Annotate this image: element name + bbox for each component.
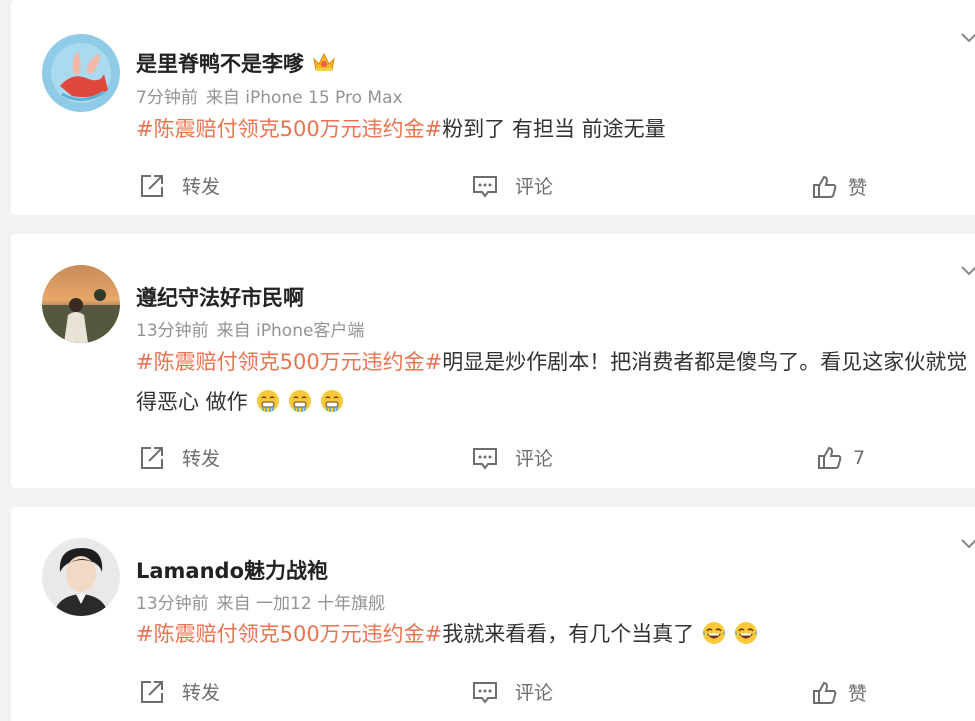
post-body: 我就来看看，有几个当真了 — [442, 622, 695, 646]
repost-label: 转发 — [182, 682, 221, 704]
comment-feed: 是里脊鸭不是李嗲 7分钟前 来自 iPhone 15 Pro Max #陈震赔付领… — [0, 0, 975, 721]
post-time[interactable]: 7分钟前 — [136, 88, 198, 108]
avatar[interactable] — [42, 265, 120, 343]
comment-label: 评论 — [515, 448, 554, 470]
post-time[interactable]: 13分钟前 — [136, 594, 209, 614]
post-text: #陈震赔付领克500万元违约金#粉到了 有担当 前途无量 — [136, 109, 973, 149]
post-meta: 13分钟前 来自 一加12 十年旗舰 — [136, 589, 393, 614]
chevron-down-icon[interactable] — [961, 266, 975, 276]
thumbs-up-icon — [813, 681, 837, 704]
repost-button[interactable]: 转发 — [139, 172, 220, 199]
post-text: #陈震赔付领克500万元违约金#明显是炒作剧本！把消费者都是傻鸟了。看见这家伙就… — [136, 342, 973, 422]
like-button[interactable]: 赞 — [812, 679, 867, 706]
avatar[interactable] — [42, 34, 120, 112]
repost-icon — [141, 174, 163, 197]
crown-badge-icon — [312, 51, 336, 78]
post-time[interactable]: 13分钟前 — [136, 321, 209, 341]
comment-card: Lamando魅力战袍 13分钟前 来自 一加12 十年旗舰 #陈震赔付领克500… — [11, 507, 975, 721]
repost-label: 转发 — [182, 176, 221, 198]
user-name[interactable]: Lamando魅力战袍 — [136, 555, 328, 585]
comment-label: 评论 — [515, 682, 554, 704]
post-meta: 7分钟前 来自 iPhone 15 Pro Max — [136, 83, 411, 108]
like-count: 7 — [853, 447, 866, 469]
like-button[interactable]: 7 — [817, 445, 865, 471]
laughing-tears-emoji — [734, 618, 758, 644]
thumbs-up-icon — [818, 446, 842, 469]
drooling-face-emoji — [320, 386, 344, 412]
like-button[interactable]: 赞 — [812, 173, 867, 200]
comment-label: 评论 — [515, 176, 554, 198]
comment-button[interactable]: 评论 — [472, 678, 553, 705]
repost-icon — [141, 680, 163, 703]
post-source: 来自 iPhone客户端 — [216, 321, 365, 341]
post-source: 来自 一加12 十年旗舰 — [216, 594, 386, 614]
avatar[interactable] — [42, 538, 120, 616]
comment-button[interactable]: 评论 — [472, 444, 553, 471]
laughing-tears-emoji — [702, 618, 726, 644]
comment-icon — [473, 681, 497, 704]
post-text: #陈震赔付领克500万元违约金#我就来看看，有几个当真了 — [136, 614, 973, 654]
like-label: 赞 — [848, 177, 868, 199]
repost-button[interactable]: 转发 — [139, 678, 220, 705]
like-label: 赞 — [848, 683, 868, 705]
user-name[interactable]: 遵纪守法好市民啊 — [136, 282, 304, 312]
hashtag-link[interactable]: #陈震赔付领克500万元违约金# — [136, 350, 442, 374]
comment-card: 是里脊鸭不是李嗲 7分钟前 来自 iPhone 15 Pro Max #陈震赔付领… — [11, 0, 975, 215]
comment-button[interactable]: 评论 — [472, 172, 553, 199]
hashtag-link[interactable]: #陈震赔付领克500万元违约金# — [136, 622, 442, 646]
comment-icon — [473, 175, 497, 198]
post-source: 来自 iPhone 15 Pro Max — [205, 88, 403, 108]
repost-button[interactable]: 转发 — [139, 444, 220, 471]
chevron-down-icon[interactable] — [961, 539, 975, 549]
user-name-label[interactable]: 遵纪守法好市民啊 — [136, 286, 304, 310]
hashtag-link[interactable]: #陈震赔付领克500万元违约金# — [136, 117, 442, 141]
user-name[interactable]: 是里脊鸭不是李嗲 — [136, 48, 336, 78]
post-meta: 13分钟前 来自 iPhone客户端 — [136, 316, 372, 341]
repost-label: 转发 — [182, 448, 221, 470]
comment-card: 遵纪守法好市民啊 13分钟前 来自 iPhone客户端 #陈震赔付领克500万元违… — [11, 234, 975, 488]
comment-icon — [473, 447, 497, 470]
chevron-down-icon[interactable] — [961, 33, 975, 43]
repost-icon — [141, 446, 163, 469]
drooling-face-emoji — [288, 386, 312, 412]
user-name-label[interactable]: Lamando魅力战袍 — [136, 559, 328, 583]
post-body: 粉到了 有担当 前途无量 — [442, 117, 666, 141]
user-name-label[interactable]: 是里脊鸭不是李嗲 — [136, 52, 304, 76]
drooling-face-emoji — [256, 386, 280, 412]
thumbs-up-icon — [813, 175, 837, 198]
